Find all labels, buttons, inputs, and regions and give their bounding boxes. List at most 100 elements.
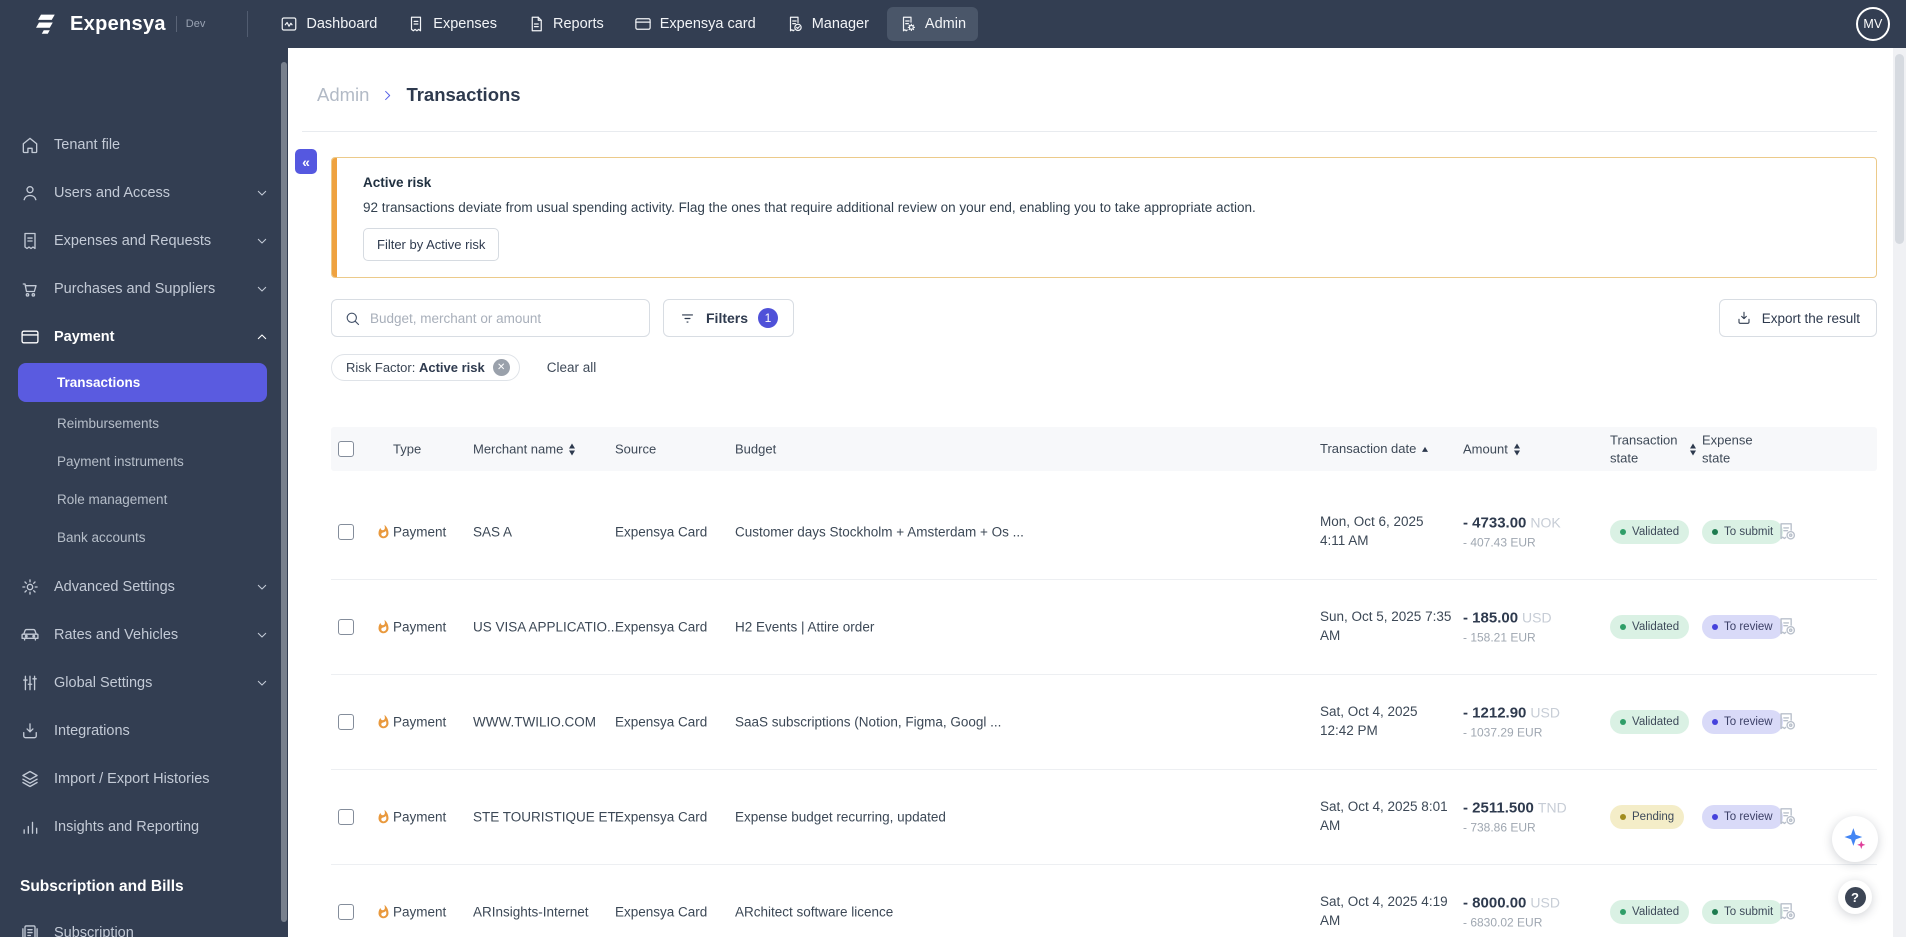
source-cell: Expensya Card: [615, 809, 708, 825]
row-checkbox[interactable]: [338, 619, 354, 635]
nav-item-label: Admin: [924, 16, 967, 32]
gear-icon: [20, 577, 40, 597]
row-checkbox[interactable]: [338, 714, 354, 730]
amount-cell: - 1212.90 USD - 1037.29 EUR: [1463, 704, 1560, 740]
amount-cell: - 2511.500 TND - 738.86 EUR: [1463, 799, 1567, 835]
page-scrollbar[interactable]: [1893, 48, 1906, 937]
nav-item-manager[interactable]: Manager: [774, 7, 881, 41]
sidebar-item-import-export-histories[interactable]: Import / Export Histories: [0, 755, 288, 803]
sidebar-item-expenses-and-requests[interactable]: Expenses and Requests: [0, 217, 288, 265]
type-cell: Payment: [393, 714, 447, 730]
status-dot: [1712, 909, 1718, 915]
help-button[interactable]: ?: [1838, 880, 1872, 914]
sidebar-item-global-settings[interactable]: Global Settings: [0, 659, 288, 707]
remove-chip-icon[interactable]: ✕: [492, 359, 510, 376]
sort-asc-icon[interactable]: [1422, 446, 1429, 452]
breadcrumb-divider: [302, 131, 1877, 132]
transaction-date-cell: Sat, Oct 4, 2025 12:42 PM: [1320, 704, 1418, 738]
type-cell: Payment: [393, 619, 447, 635]
sidebar-subitem-bank-accounts[interactable]: Bank accounts: [0, 518, 288, 556]
sidebar-item-payment[interactable]: Payment: [0, 313, 288, 361]
column-header-budget[interactable]: Budget: [735, 442, 1155, 457]
transaction-date-cell: Sat, Oct 4, 2025 8:01 AM: [1320, 799, 1448, 833]
source-cell: Expensya Card: [615, 714, 708, 730]
column-header-merchant[interactable]: Merchant name: [473, 442, 623, 457]
column-header-expense-state[interactable]: Expense state: [1702, 431, 1760, 466]
nav-item-expensya-card[interactable]: Expensya card: [622, 7, 768, 41]
clear-all-link[interactable]: Clear all: [547, 360, 597, 375]
table-row[interactable]: Payment STE TOURISTIQUE ET... Expensya C…: [331, 770, 1877, 865]
nav-item-expenses[interactable]: Expenses: [395, 7, 509, 41]
sidebar-item-integrations[interactable]: Integrations: [0, 707, 288, 755]
active-risk-flame-icon: [376, 903, 391, 922]
column-header-date[interactable]: Transaction date: [1320, 440, 1452, 458]
expense-document-icon[interactable]: [1776, 806, 1799, 828]
sidebar-item-label: Import / Export Histories: [54, 771, 210, 787]
sidebar-item-tenant-file[interactable]: Tenant file: [0, 121, 288, 169]
filter-by-active-risk-button[interactable]: Filter by Active risk: [363, 228, 500, 261]
sidebar-item-users-and-access[interactable]: Users and Access: [0, 169, 288, 217]
sidebar-item-purchases-and-suppliers[interactable]: Purchases and Suppliers: [0, 265, 288, 313]
nav-item-reports[interactable]: Reports: [515, 7, 616, 41]
sidebar-item-label: Global Settings: [54, 675, 153, 691]
sidebar-item-subscription[interactable]: Subscription: [0, 909, 288, 937]
nav-item-dashboard[interactable]: Dashboard: [268, 7, 389, 41]
row-checkbox[interactable]: [338, 524, 354, 540]
page-scrollbar-thumb[interactable]: [1895, 54, 1904, 244]
nav-item-admin[interactable]: Admin: [886, 7, 979, 41]
sort-icon[interactable]: [569, 443, 576, 455]
column-header-source[interactable]: Source: [615, 442, 656, 457]
expense-document-icon[interactable]: [1776, 616, 1799, 638]
nav-items: Dashboard Expenses Reports Expensya card Man…: [268, 7, 979, 41]
sidebar-item-insights-and-reporting[interactable]: Insights and Reporting: [0, 803, 288, 851]
column-header-amount[interactable]: Amount: [1463, 442, 1520, 457]
expense-document-icon[interactable]: [1776, 521, 1799, 543]
status-dot: [1712, 529, 1718, 535]
transaction-state-badge: Validated: [1610, 900, 1690, 924]
brand[interactable]: Expensya Dev: [0, 9, 205, 39]
chevron-down-icon: [254, 185, 270, 201]
risk-factor-chip[interactable]: Risk Factor: Active risk ✕: [331, 354, 520, 381]
transaction-state-badge: Validated: [1610, 710, 1690, 734]
collapse-sidebar-button[interactable]: «: [295, 149, 317, 174]
sort-icon[interactable]: [1513, 443, 1520, 455]
select-all-checkbox[interactable]: [338, 441, 354, 457]
nav-divider: [247, 11, 249, 37]
table-row[interactable]: Payment US VISA APPLICATIO... Expensya C…: [331, 580, 1877, 675]
expense-state-badge: To submit: [1702, 520, 1784, 544]
status-dot: [1620, 909, 1626, 915]
search-box[interactable]: [331, 299, 650, 337]
sidebar-subitem-role-management[interactable]: Role management: [0, 480, 288, 518]
breadcrumb-parent[interactable]: Admin: [317, 84, 369, 106]
column-header-transaction-state[interactable]: Transaction state: [1610, 431, 1696, 466]
row-checkbox[interactable]: [338, 809, 354, 825]
table-row[interactable]: Payment SAS A Expensya Card Customer day…: [331, 485, 1877, 580]
sort-icon[interactable]: [1690, 443, 1696, 455]
sidebar-subitem-transactions[interactable]: Transactions: [18, 363, 267, 402]
row-checkbox[interactable]: [338, 904, 354, 920]
search-input[interactable]: [370, 310, 637, 326]
status-dot: [1712, 719, 1718, 725]
sidebar-subitem-reimbursements[interactable]: Reimbursements: [0, 404, 288, 442]
sidebar-item-advanced-settings[interactable]: Advanced Settings: [0, 563, 288, 611]
table-row[interactable]: Payment ARInsights-Internet Expensya Car…: [331, 865, 1877, 937]
sidebar-scrollbar[interactable]: [281, 62, 287, 922]
export-result-button[interactable]: Export the result: [1718, 299, 1877, 337]
sidebar-subitem-payment-instruments[interactable]: Payment instruments: [0, 442, 288, 480]
home-icon: [20, 135, 40, 155]
expense-document-icon[interactable]: [1776, 901, 1799, 923]
download-icon: [20, 721, 40, 741]
table-row[interactable]: Payment WWW.TWILIO.COM Expensya Card Saa…: [331, 675, 1877, 770]
sparkle-icon: [1842, 826, 1868, 852]
filters-button[interactable]: Filters 1: [663, 299, 795, 337]
ai-assistant-button[interactable]: [1832, 816, 1878, 862]
filter-chips-row: Risk Factor: Active risk ✕ Clear all: [331, 354, 1877, 381]
expense-document-icon[interactable]: [1776, 711, 1799, 733]
source-cell: Expensya Card: [615, 524, 708, 540]
column-header-type[interactable]: Type: [393, 442, 421, 457]
status-dot: [1712, 624, 1718, 630]
sidebar-item-rates-and-vehicles[interactable]: Rates and Vehicles: [0, 611, 288, 659]
budget-cell: Expense budget recurring, updated: [735, 809, 946, 825]
download-icon: [1736, 310, 1752, 326]
avatar[interactable]: MV: [1856, 7, 1890, 41]
